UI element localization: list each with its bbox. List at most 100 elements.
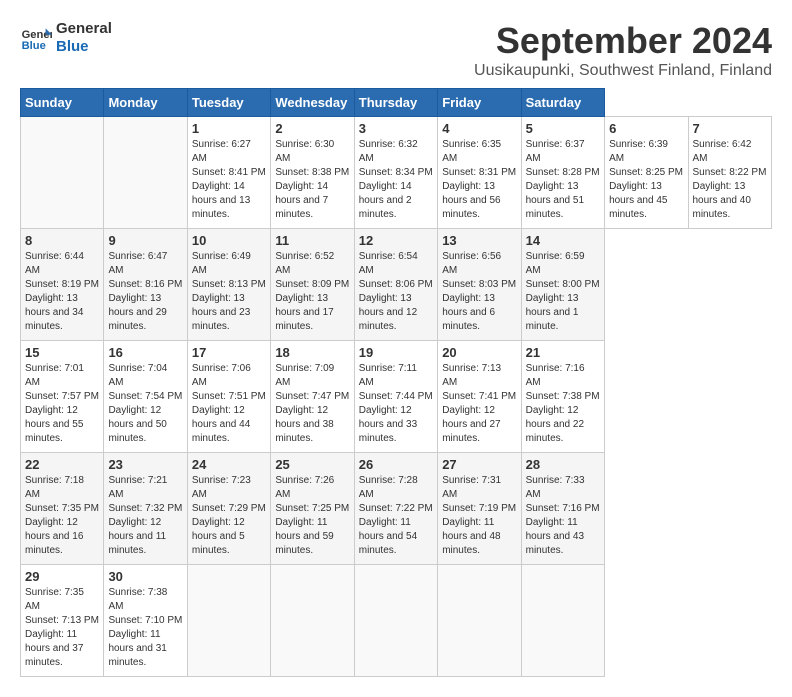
page-header: General Blue General Blue September 2024… bbox=[20, 20, 772, 80]
calendar-week-row: 15 Sunrise: 7:01 AM Sunset: 7:57 PM Dayl… bbox=[21, 341, 772, 453]
calendar-day-header: Sunday bbox=[21, 89, 104, 117]
day-number: 2 bbox=[275, 121, 349, 136]
calendar-day-cell: 16 Sunrise: 7:04 AM Sunset: 7:54 PM Dayl… bbox=[104, 341, 187, 453]
day-number: 26 bbox=[359, 457, 433, 472]
day-number: 24 bbox=[192, 457, 266, 472]
day-info: Sunrise: 6:32 AM Sunset: 8:34 PM Dayligh… bbox=[359, 138, 433, 222]
calendar-day-cell: 30 Sunrise: 7:38 AM Sunset: 7:10 PM Dayl… bbox=[104, 565, 187, 677]
day-info: Sunrise: 7:09 AM Sunset: 7:47 PM Dayligh… bbox=[275, 362, 349, 446]
month-year-title: September 2024 bbox=[474, 20, 772, 62]
calendar-day-cell: 27 Sunrise: 7:31 AM Sunset: 7:19 PM Dayl… bbox=[438, 453, 521, 565]
title-block: September 2024 Uusikaupunki, Southwest F… bbox=[474, 20, 772, 80]
day-number: 15 bbox=[25, 345, 99, 360]
calendar-day-cell: 14 Sunrise: 6:59 AM Sunset: 8:00 PM Dayl… bbox=[521, 229, 604, 341]
calendar-body: 1 Sunrise: 6:27 AM Sunset: 8:41 PM Dayli… bbox=[21, 117, 772, 677]
day-info: Sunrise: 6:59 AM Sunset: 8:00 PM Dayligh… bbox=[526, 250, 600, 334]
day-number: 29 bbox=[25, 569, 99, 584]
calendar-day-cell: 20 Sunrise: 7:13 AM Sunset: 7:41 PM Dayl… bbox=[438, 341, 521, 453]
calendar-day-cell: 3 Sunrise: 6:32 AM Sunset: 8:34 PM Dayli… bbox=[354, 117, 437, 229]
day-info: Sunrise: 7:16 AM Sunset: 7:38 PM Dayligh… bbox=[526, 362, 600, 446]
day-number: 8 bbox=[25, 233, 99, 248]
calendar-day-cell: 22 Sunrise: 7:18 AM Sunset: 7:35 PM Dayl… bbox=[21, 453, 104, 565]
calendar-day-cell: 9 Sunrise: 6:47 AM Sunset: 8:16 PM Dayli… bbox=[104, 229, 187, 341]
day-number: 25 bbox=[275, 457, 349, 472]
day-info: Sunrise: 7:21 AM Sunset: 7:32 PM Dayligh… bbox=[108, 474, 182, 558]
logo-text-line1: General bbox=[56, 20, 112, 38]
day-info: Sunrise: 6:27 AM Sunset: 8:41 PM Dayligh… bbox=[192, 138, 266, 222]
day-info: Sunrise: 7:01 AM Sunset: 7:57 PM Dayligh… bbox=[25, 362, 99, 446]
calendar-day-cell: 28 Sunrise: 7:33 AM Sunset: 7:16 PM Dayl… bbox=[521, 453, 604, 565]
calendar-week-row: 1 Sunrise: 6:27 AM Sunset: 8:41 PM Dayli… bbox=[21, 117, 772, 229]
day-info: Sunrise: 6:54 AM Sunset: 8:06 PM Dayligh… bbox=[359, 250, 433, 334]
day-number: 5 bbox=[526, 121, 600, 136]
calendar-week-row: 22 Sunrise: 7:18 AM Sunset: 7:35 PM Dayl… bbox=[21, 453, 772, 565]
calendar-day-cell: 12 Sunrise: 6:54 AM Sunset: 8:06 PM Dayl… bbox=[354, 229, 437, 341]
calendar-day-cell: 18 Sunrise: 7:09 AM Sunset: 7:47 PM Dayl… bbox=[271, 341, 354, 453]
day-info: Sunrise: 7:11 AM Sunset: 7:44 PM Dayligh… bbox=[359, 362, 433, 446]
calendar-day-cell bbox=[521, 565, 604, 677]
calendar-day-cell: 5 Sunrise: 6:37 AM Sunset: 8:28 PM Dayli… bbox=[521, 117, 604, 229]
day-number: 7 bbox=[693, 121, 768, 136]
calendar-day-cell: 7 Sunrise: 6:42 AM Sunset: 8:22 PM Dayli… bbox=[688, 117, 772, 229]
svg-text:Blue: Blue bbox=[22, 40, 46, 52]
day-info: Sunrise: 6:39 AM Sunset: 8:25 PM Dayligh… bbox=[609, 138, 683, 222]
day-info: Sunrise: 6:44 AM Sunset: 8:19 PM Dayligh… bbox=[25, 250, 99, 334]
day-info: Sunrise: 6:35 AM Sunset: 8:31 PM Dayligh… bbox=[442, 138, 516, 222]
day-info: Sunrise: 6:52 AM Sunset: 8:09 PM Dayligh… bbox=[275, 250, 349, 334]
calendar-empty-cell bbox=[21, 117, 104, 229]
logo: General Blue General Blue bbox=[20, 20, 112, 56]
calendar-day-cell: 6 Sunrise: 6:39 AM Sunset: 8:25 PM Dayli… bbox=[605, 117, 688, 229]
calendar-day-cell bbox=[354, 565, 437, 677]
calendar-day-cell bbox=[438, 565, 521, 677]
day-info: Sunrise: 7:38 AM Sunset: 7:10 PM Dayligh… bbox=[108, 586, 182, 670]
day-info: Sunrise: 7:13 AM Sunset: 7:41 PM Dayligh… bbox=[442, 362, 516, 446]
day-number: 23 bbox=[108, 457, 182, 472]
day-info: Sunrise: 7:23 AM Sunset: 7:29 PM Dayligh… bbox=[192, 474, 266, 558]
calendar-day-header: Monday bbox=[104, 89, 187, 117]
day-info: Sunrise: 7:35 AM Sunset: 7:13 PM Dayligh… bbox=[25, 586, 99, 670]
calendar-day-cell bbox=[187, 565, 270, 677]
calendar-day-cell: 15 Sunrise: 7:01 AM Sunset: 7:57 PM Dayl… bbox=[21, 341, 104, 453]
calendar-week-row: 8 Sunrise: 6:44 AM Sunset: 8:19 PM Dayli… bbox=[21, 229, 772, 341]
day-info: Sunrise: 7:04 AM Sunset: 7:54 PM Dayligh… bbox=[108, 362, 182, 446]
calendar-week-row: 29 Sunrise: 7:35 AM Sunset: 7:13 PM Dayl… bbox=[21, 565, 772, 677]
day-number: 1 bbox=[192, 121, 266, 136]
calendar-empty-cell bbox=[104, 117, 187, 229]
day-number: 6 bbox=[609, 121, 683, 136]
day-number: 30 bbox=[108, 569, 182, 584]
calendar-day-header: Friday bbox=[438, 89, 521, 117]
day-info: Sunrise: 7:31 AM Sunset: 7:19 PM Dayligh… bbox=[442, 474, 516, 558]
day-number: 19 bbox=[359, 345, 433, 360]
calendar-day-cell: 11 Sunrise: 6:52 AM Sunset: 8:09 PM Dayl… bbox=[271, 229, 354, 341]
calendar-day-cell bbox=[271, 565, 354, 677]
calendar-day-cell: 26 Sunrise: 7:28 AM Sunset: 7:22 PM Dayl… bbox=[354, 453, 437, 565]
logo-text-line2: Blue bbox=[56, 38, 112, 56]
calendar-day-header: Tuesday bbox=[187, 89, 270, 117]
calendar-day-cell: 24 Sunrise: 7:23 AM Sunset: 7:29 PM Dayl… bbox=[187, 453, 270, 565]
calendar-day-cell: 25 Sunrise: 7:26 AM Sunset: 7:25 PM Dayl… bbox=[271, 453, 354, 565]
day-number: 20 bbox=[442, 345, 516, 360]
calendar-day-header: Wednesday bbox=[271, 89, 354, 117]
calendar-day-cell: 19 Sunrise: 7:11 AM Sunset: 7:44 PM Dayl… bbox=[354, 341, 437, 453]
day-number: 22 bbox=[25, 457, 99, 472]
day-number: 11 bbox=[275, 233, 349, 248]
calendar-day-cell: 13 Sunrise: 6:56 AM Sunset: 8:03 PM Dayl… bbox=[438, 229, 521, 341]
day-number: 10 bbox=[192, 233, 266, 248]
calendar-day-cell: 10 Sunrise: 6:49 AM Sunset: 8:13 PM Dayl… bbox=[187, 229, 270, 341]
calendar-day-cell: 4 Sunrise: 6:35 AM Sunset: 8:31 PM Dayli… bbox=[438, 117, 521, 229]
day-number: 17 bbox=[192, 345, 266, 360]
calendar-day-cell: 17 Sunrise: 7:06 AM Sunset: 7:51 PM Dayl… bbox=[187, 341, 270, 453]
day-number: 13 bbox=[442, 233, 516, 248]
calendar-day-header: Thursday bbox=[354, 89, 437, 117]
day-info: Sunrise: 6:37 AM Sunset: 8:28 PM Dayligh… bbox=[526, 138, 600, 222]
day-info: Sunrise: 7:33 AM Sunset: 7:16 PM Dayligh… bbox=[526, 474, 600, 558]
day-info: Sunrise: 6:42 AM Sunset: 8:22 PM Dayligh… bbox=[693, 138, 768, 222]
logo-icon: General Blue bbox=[20, 22, 52, 54]
calendar-header-row: SundayMondayTuesdayWednesdayThursdayFrid… bbox=[21, 89, 772, 117]
calendar-day-cell: 8 Sunrise: 6:44 AM Sunset: 8:19 PM Dayli… bbox=[21, 229, 104, 341]
day-info: Sunrise: 7:28 AM Sunset: 7:22 PM Dayligh… bbox=[359, 474, 433, 558]
calendar-day-cell: 1 Sunrise: 6:27 AM Sunset: 8:41 PM Dayli… bbox=[187, 117, 270, 229]
day-info: Sunrise: 7:18 AM Sunset: 7:35 PM Dayligh… bbox=[25, 474, 99, 558]
day-number: 14 bbox=[526, 233, 600, 248]
day-info: Sunrise: 6:49 AM Sunset: 8:13 PM Dayligh… bbox=[192, 250, 266, 334]
